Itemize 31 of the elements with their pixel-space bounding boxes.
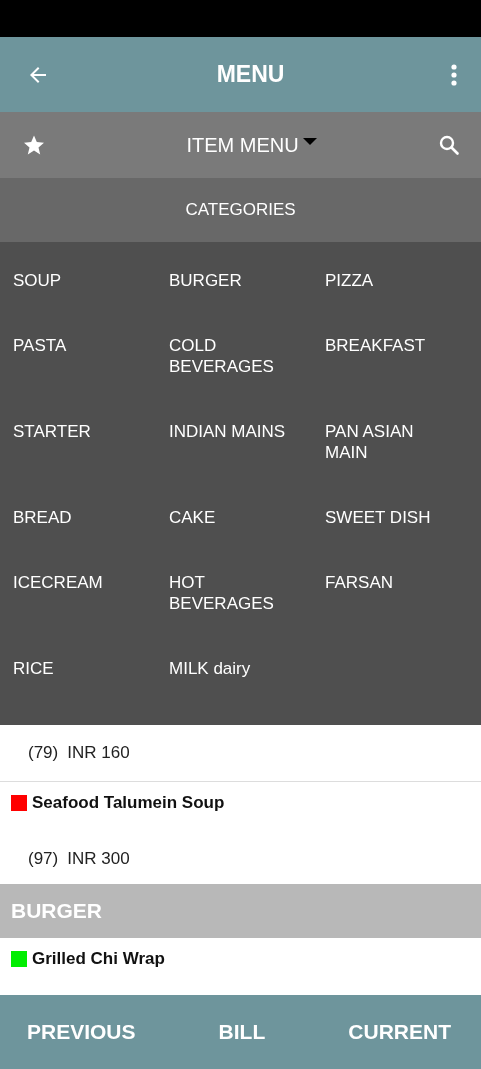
item-price: INR 160 xyxy=(67,743,130,763)
category-title: BURGER xyxy=(11,899,102,923)
category-item[interactable]: COLD BEVERAGES xyxy=(169,335,301,377)
item-name: Grilled Chi Wrap xyxy=(32,949,165,969)
category-item[interactable]: SOUP xyxy=(13,270,62,291)
category-item[interactable]: CAKE xyxy=(169,507,216,528)
item-price: INR 300 xyxy=(67,849,130,869)
category-item[interactable]: PASTA xyxy=(13,335,67,356)
category-item[interactable]: BREAKFAST xyxy=(325,335,426,356)
menu-dropdown[interactable]: ITEM MENU xyxy=(186,133,317,157)
category-item[interactable]: HOT BEVERAGES xyxy=(169,572,301,614)
menu-item[interactable]: Grilled Chi Wrap xyxy=(0,938,481,995)
more-icon xyxy=(451,63,457,86)
category-item[interactable]: RICE xyxy=(13,658,54,679)
screen-title: MENU xyxy=(216,61,285,88)
category-item[interactable]: PIZZA xyxy=(325,270,374,291)
menu-item[interactable]: Seafood Talumein Soup (97) INR 300 xyxy=(0,782,481,884)
category-item[interactable]: PAN ASIAN MAIN xyxy=(325,421,457,463)
item-count: (97) xyxy=(28,849,59,869)
category-item[interactable]: FARSAN xyxy=(325,572,394,593)
categories-title: CATEGORIES xyxy=(185,200,296,220)
category-item[interactable]: SWEET DISH xyxy=(325,507,431,528)
item-name: Seafood Talumein Soup xyxy=(32,793,225,813)
item-count: (79) xyxy=(28,743,59,763)
category-item[interactable]: MILK dairy xyxy=(169,658,251,679)
category-item[interactable]: STARTER xyxy=(13,421,91,442)
category-item[interactable]: INDIAN MAINS xyxy=(169,421,286,442)
category-item[interactable]: BURGER xyxy=(169,270,242,291)
caret-icon xyxy=(302,138,317,146)
category-item[interactable]: BREAD xyxy=(13,507,72,528)
category-item[interactable]: ICECREAM xyxy=(13,572,103,593)
